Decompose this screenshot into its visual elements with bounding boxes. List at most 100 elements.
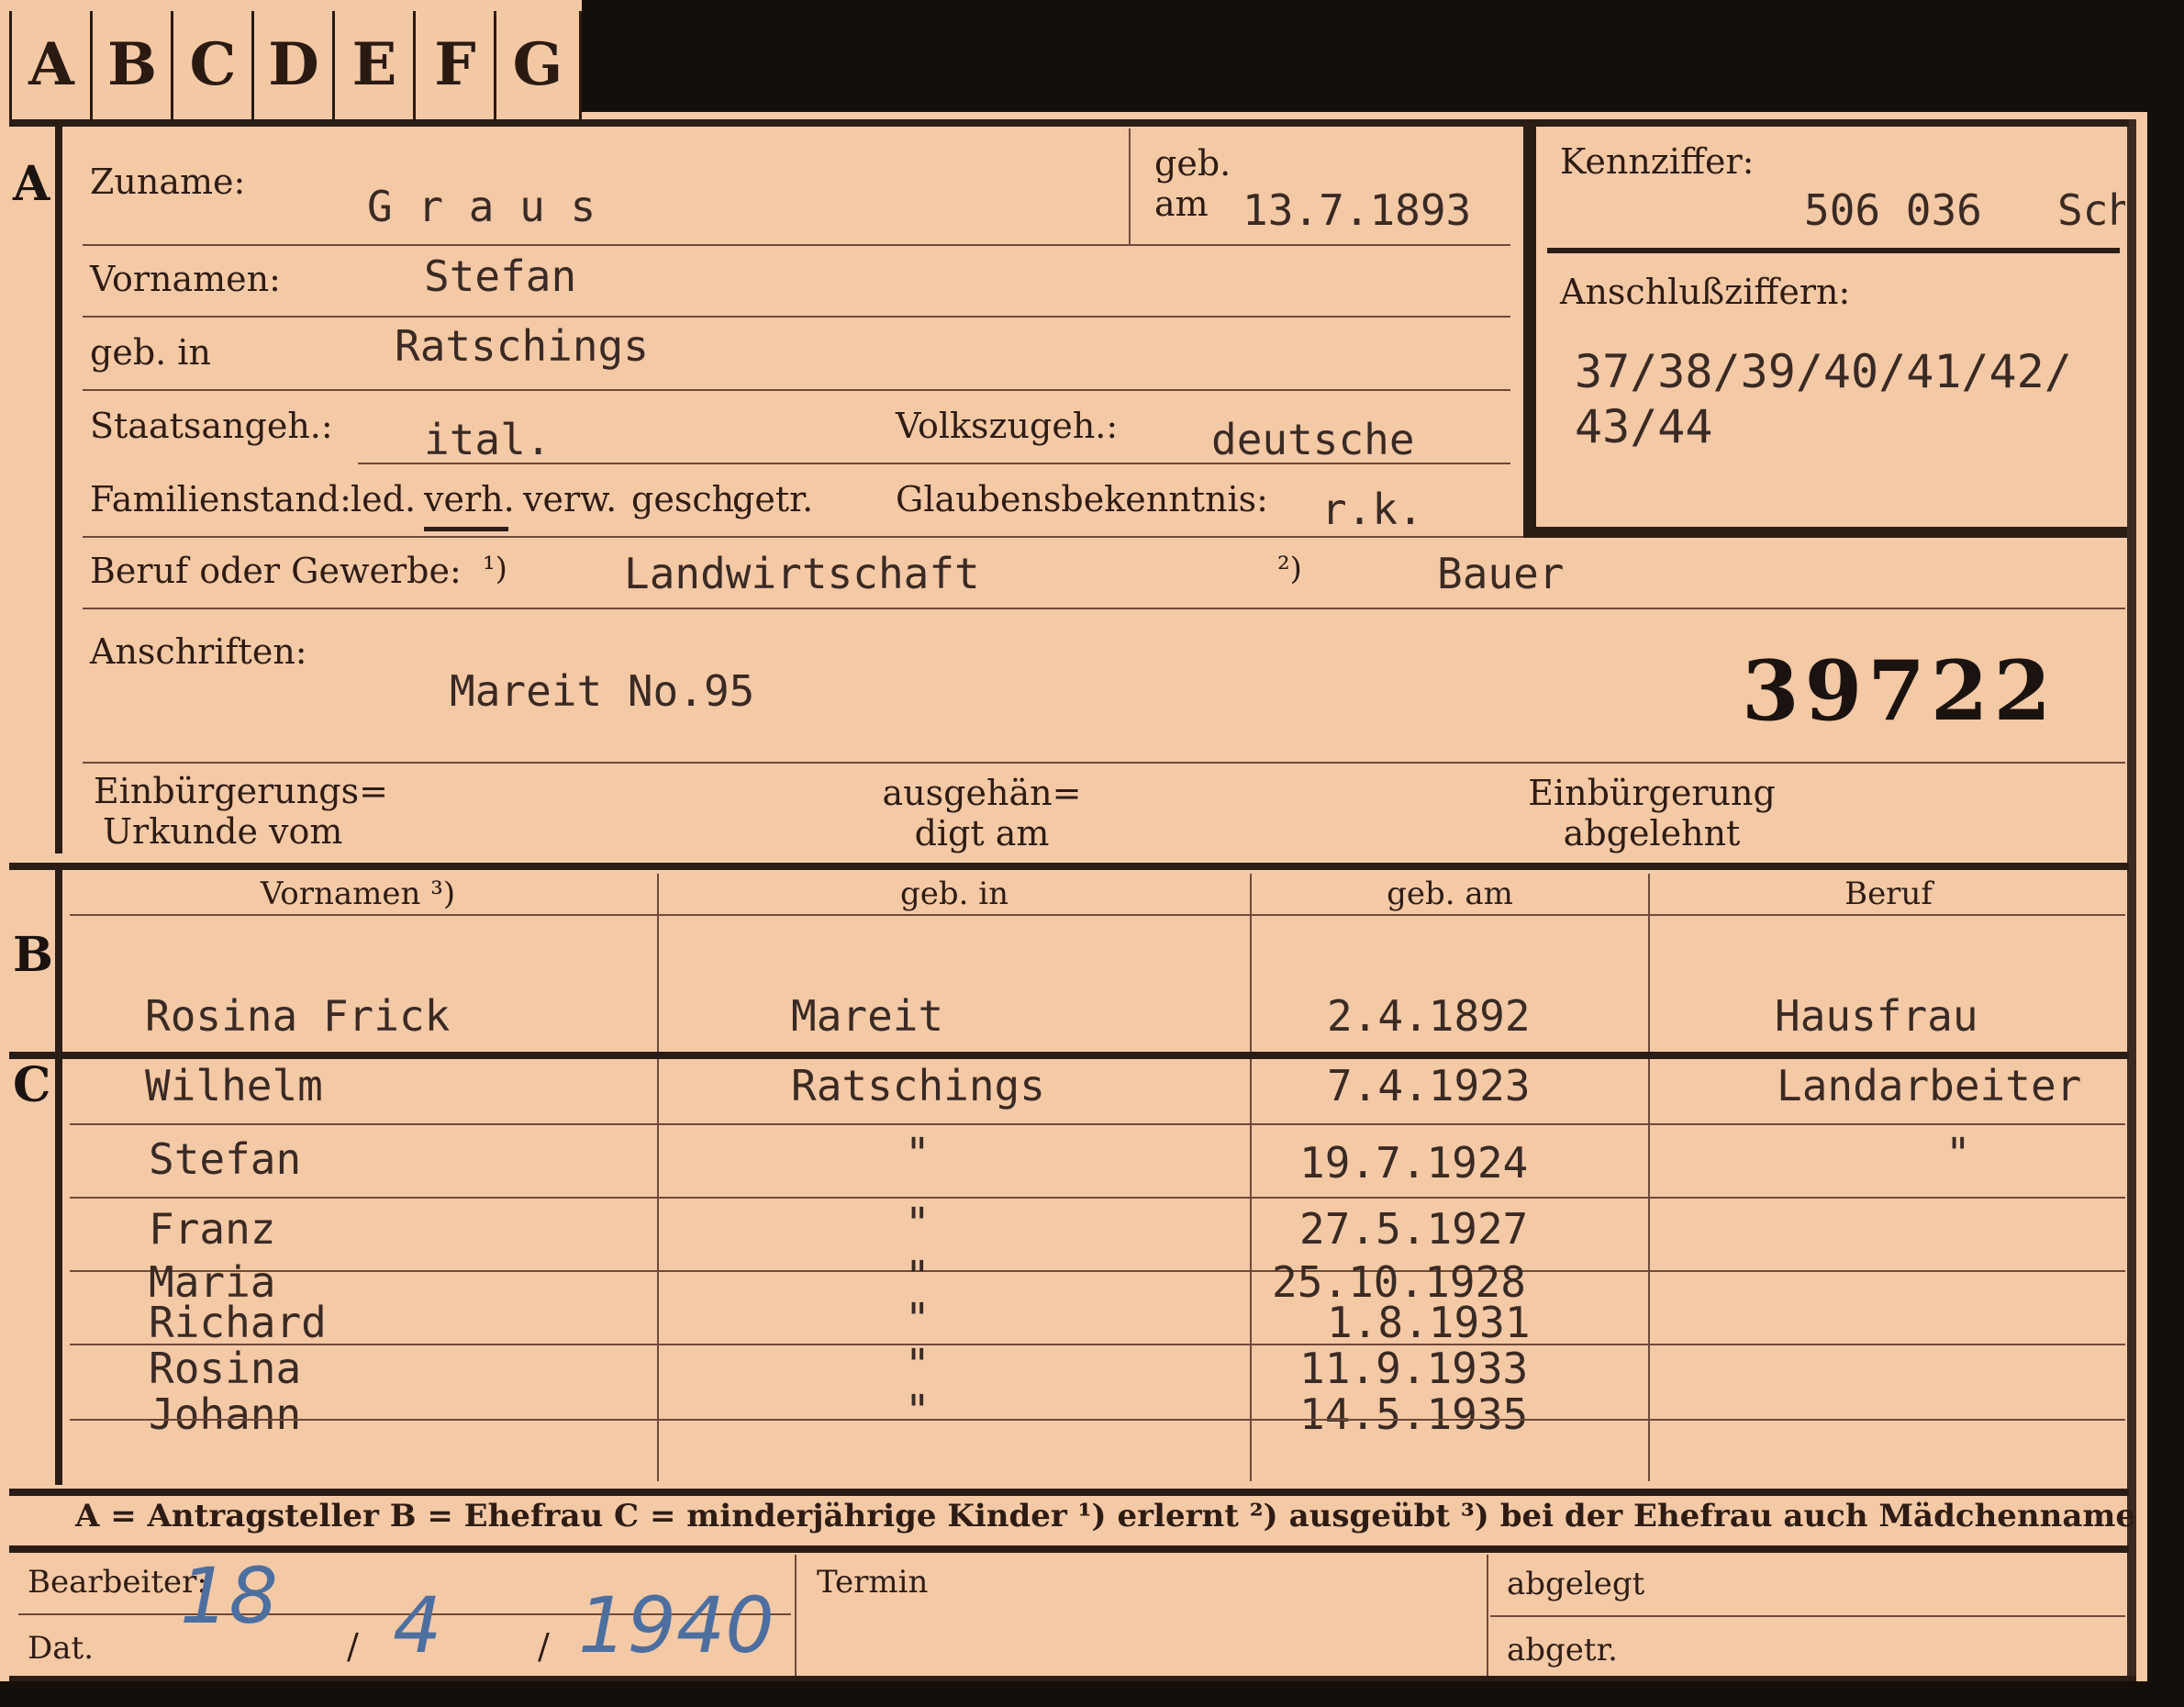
anschluss-value-2: 43/44 (1575, 400, 1713, 453)
beruf-note-2: ²) (1277, 551, 1302, 587)
rule-1 (83, 244, 1510, 246)
beruf-2-value: Bauer (1437, 549, 1565, 598)
einb-label-2: Urkunde vom (103, 811, 343, 852)
tab-g[interactable]: G (494, 11, 582, 119)
volks-value: deutsche (1211, 415, 1415, 464)
date-month: 4 (393, 1580, 442, 1670)
c-place-6: " (905, 1340, 930, 1389)
tab-a[interactable]: A (9, 11, 91, 119)
familien-opt-verw: verw. (523, 479, 618, 519)
glauben-label: Glaubensbekenntnis: (896, 479, 1268, 519)
geb-divider (1129, 128, 1131, 244)
zuname-label: Zuname: (90, 162, 246, 202)
legend-text: A = Antragsteller B = Ehefrau C = minder… (75, 1498, 2135, 1534)
c-rule-1 (70, 1123, 2125, 1125)
b-name: Rosina Frick (145, 991, 451, 1041)
col-divider-3 (1648, 874, 1650, 1481)
c-date-2: 19.7.1924 (1299, 1138, 1529, 1188)
rule-4 (358, 463, 1510, 464)
col-divider-1 (657, 874, 659, 1481)
date-sep-2: / (538, 1626, 550, 1667)
date-day: 18 (180, 1551, 278, 1641)
termin-label: Termin (817, 1564, 929, 1601)
tab-e[interactable]: E (332, 11, 414, 119)
anschriften-label: Anschriften: (90, 631, 307, 672)
abgetr-label: abgetr. (1507, 1632, 1618, 1668)
ausg-label-2: digt am (914, 813, 1050, 854)
footer-rule-right (1490, 1615, 2125, 1617)
verh-underline (424, 527, 508, 531)
rule-7 (83, 762, 2125, 764)
ausg-label-1: ausgehän= (882, 773, 1082, 813)
c-name-3: Franz (149, 1204, 276, 1254)
beruf-label: Beruf oder Gewerbe: (90, 551, 462, 591)
geb-in-label: geb. in (90, 332, 211, 373)
right-edge (2127, 119, 2136, 1679)
am-label: am (1154, 184, 1209, 224)
c-name-7: Johann (149, 1389, 302, 1439)
rule-5 (83, 536, 1523, 538)
tab-d[interactable]: D (251, 11, 333, 119)
header-beruf: Beruf (1844, 876, 1933, 912)
abgelegt-label: abgelegt (1507, 1566, 1645, 1602)
header-geb-in: geb. in (899, 876, 1009, 912)
rule-6 (83, 608, 2125, 609)
vornamen-label: Vornamen: (90, 259, 281, 299)
tab-c[interactable]: C (171, 11, 252, 119)
c-rule-3 (70, 1270, 2125, 1272)
tab-b[interactable]: B (90, 11, 172, 119)
abgel-label-1: Einbürgerung (1528, 773, 1776, 813)
zuname-value: G r a u s (367, 182, 596, 231)
c-rule-5 (70, 1419, 2125, 1421)
c-name-1: Wilhelm (145, 1061, 323, 1110)
c-date-1: 7.4.1923 (1327, 1061, 1531, 1110)
anschrift-value: Mareit No.95 (450, 666, 755, 716)
stamped-number: 39722 (1742, 642, 2057, 740)
b-job: Hausfrau (1775, 991, 1978, 1041)
legend-top-rule (9, 1489, 2129, 1496)
beruf-1-value: Landwirtschaft (624, 549, 980, 598)
dat-label: Dat. (28, 1630, 95, 1667)
familien-label: Familienstand: (90, 479, 351, 519)
kennziffer-box-left (1523, 127, 1536, 538)
section-b-letter: B (13, 927, 53, 983)
staats-value: ital. (424, 415, 552, 464)
c-date-6: 11.9.1933 (1299, 1344, 1529, 1393)
footer-divider-1 (795, 1555, 797, 1676)
header-geb-am: geb. am (1387, 876, 1513, 912)
register-tabs: A B C D E F G (0, 0, 582, 121)
familien-opt-verh: verh. (424, 479, 515, 519)
anschluss-value-1: 37/38/39/40/41/42/ (1575, 345, 2072, 398)
volks-label: Volkszugeh.: (896, 406, 1119, 446)
familien-opt-gesch: gesch. (631, 479, 746, 519)
kennziffer-divider (1547, 248, 2120, 253)
top-rule (9, 119, 2129, 127)
c-place-3: " (905, 1199, 930, 1248)
b-date: 2.4.1892 (1327, 991, 1531, 1041)
left-rule-a (55, 127, 62, 854)
geb-am-value: 13.7.1893 (1242, 185, 1472, 235)
rule-3 (83, 389, 1510, 391)
geb-label: geb. (1154, 143, 1231, 184)
c-place-2: " (905, 1129, 930, 1178)
rule-b-c (9, 1052, 2129, 1059)
c-rule-4 (70, 1344, 2125, 1345)
header-rule (70, 914, 2125, 916)
section-a-letter: A (13, 156, 50, 212)
kennziffer-box-bottom (1523, 527, 2127, 538)
kennziffer-suffix: Sch (2057, 185, 2125, 235)
c-place-7: " (905, 1386, 930, 1435)
c-place-1: Ratschings (791, 1061, 1045, 1110)
c-name-2: Stefan (149, 1134, 302, 1184)
header-vornamen: Vornamen ³) (260, 876, 456, 912)
left-rule-b (55, 870, 62, 1054)
c-job-1: Landarbeiter (1777, 1061, 2082, 1110)
kennziffer-value: 506 036 (1804, 185, 1982, 235)
einb-label-1: Einbürgerungs= (94, 771, 388, 811)
c-place-5: " (905, 1294, 930, 1344)
rule-a-b (9, 863, 2129, 870)
tab-f[interactable]: F (413, 11, 495, 119)
bottom-rule (9, 1676, 2136, 1681)
c-date-3: 27.5.1927 (1299, 1204, 1529, 1254)
section-c-letter: C (13, 1057, 51, 1113)
